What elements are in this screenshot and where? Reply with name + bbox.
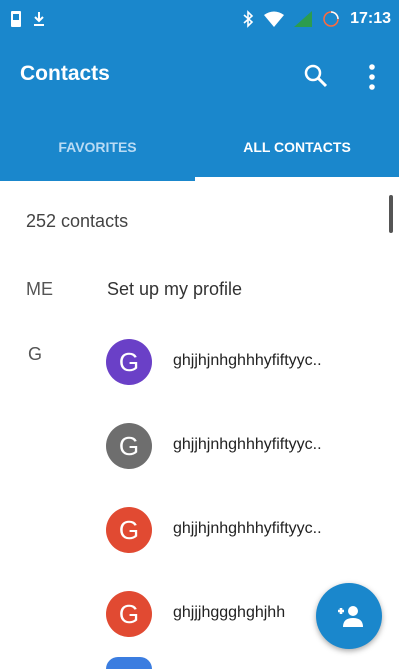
tab-favorites[interactable]: FAVORITES bbox=[0, 113, 195, 181]
add-contact-button[interactable] bbox=[316, 583, 382, 649]
status-time: 17:13 bbox=[350, 10, 391, 27]
avatar-partial bbox=[106, 657, 152, 669]
avatar: G bbox=[106, 591, 152, 637]
status-right-icons: 17:13 bbox=[242, 10, 391, 28]
wifi-icon bbox=[264, 11, 285, 27]
sim-icon bbox=[11, 11, 21, 27]
setup-profile-item[interactable]: Set up my profile bbox=[107, 279, 242, 300]
battery-icon bbox=[323, 11, 339, 27]
list-item[interactable]: G ghjjhjnhghhhyfiftyyc.. bbox=[0, 497, 399, 563]
tab-bar: FAVORITES ALL CONTACTS bbox=[0, 113, 399, 181]
bluetooth-icon bbox=[243, 10, 254, 28]
list-item[interactable]: G ghjjhjnhghhhyfiftyyc.. bbox=[0, 329, 399, 395]
download-icon bbox=[34, 12, 44, 26]
contact-count: 252 contacts bbox=[26, 211, 129, 231]
contact-name: ghjjhjnhghhhyfiftyyc.. bbox=[173, 436, 322, 453]
me-section-label: ME bbox=[26, 279, 53, 299]
list-item[interactable]: G ghjjhjnhghhhyfiftyyc.. bbox=[0, 413, 399, 479]
more-options-icon[interactable] bbox=[362, 62, 382, 92]
app-bar: Contacts bbox=[0, 40, 399, 113]
contact-name: ghjjjhggghghjhh bbox=[173, 604, 286, 621]
signal-icon bbox=[294, 11, 313, 27]
avatar: G bbox=[106, 507, 152, 553]
add-person-icon bbox=[338, 606, 363, 627]
tab-all-contacts-label: ALL CONTACTS bbox=[243, 139, 351, 155]
avatar: G bbox=[106, 423, 152, 469]
tab-all-contacts[interactable]: ALL CONTACTS bbox=[195, 113, 399, 181]
contact-name: ghjjhjnhghhhyfiftyyc.. bbox=[173, 520, 322, 537]
search-icon[interactable] bbox=[302, 62, 330, 90]
avatar: G bbox=[106, 339, 152, 385]
scrollbar[interactable] bbox=[389, 195, 393, 233]
page-title: Contacts bbox=[20, 62, 110, 85]
contact-name: ghjjhjnhghhhyfiftyyc.. bbox=[173, 352, 322, 369]
status-left-icons bbox=[10, 10, 46, 28]
status-bar: 17:13 bbox=[0, 0, 399, 40]
